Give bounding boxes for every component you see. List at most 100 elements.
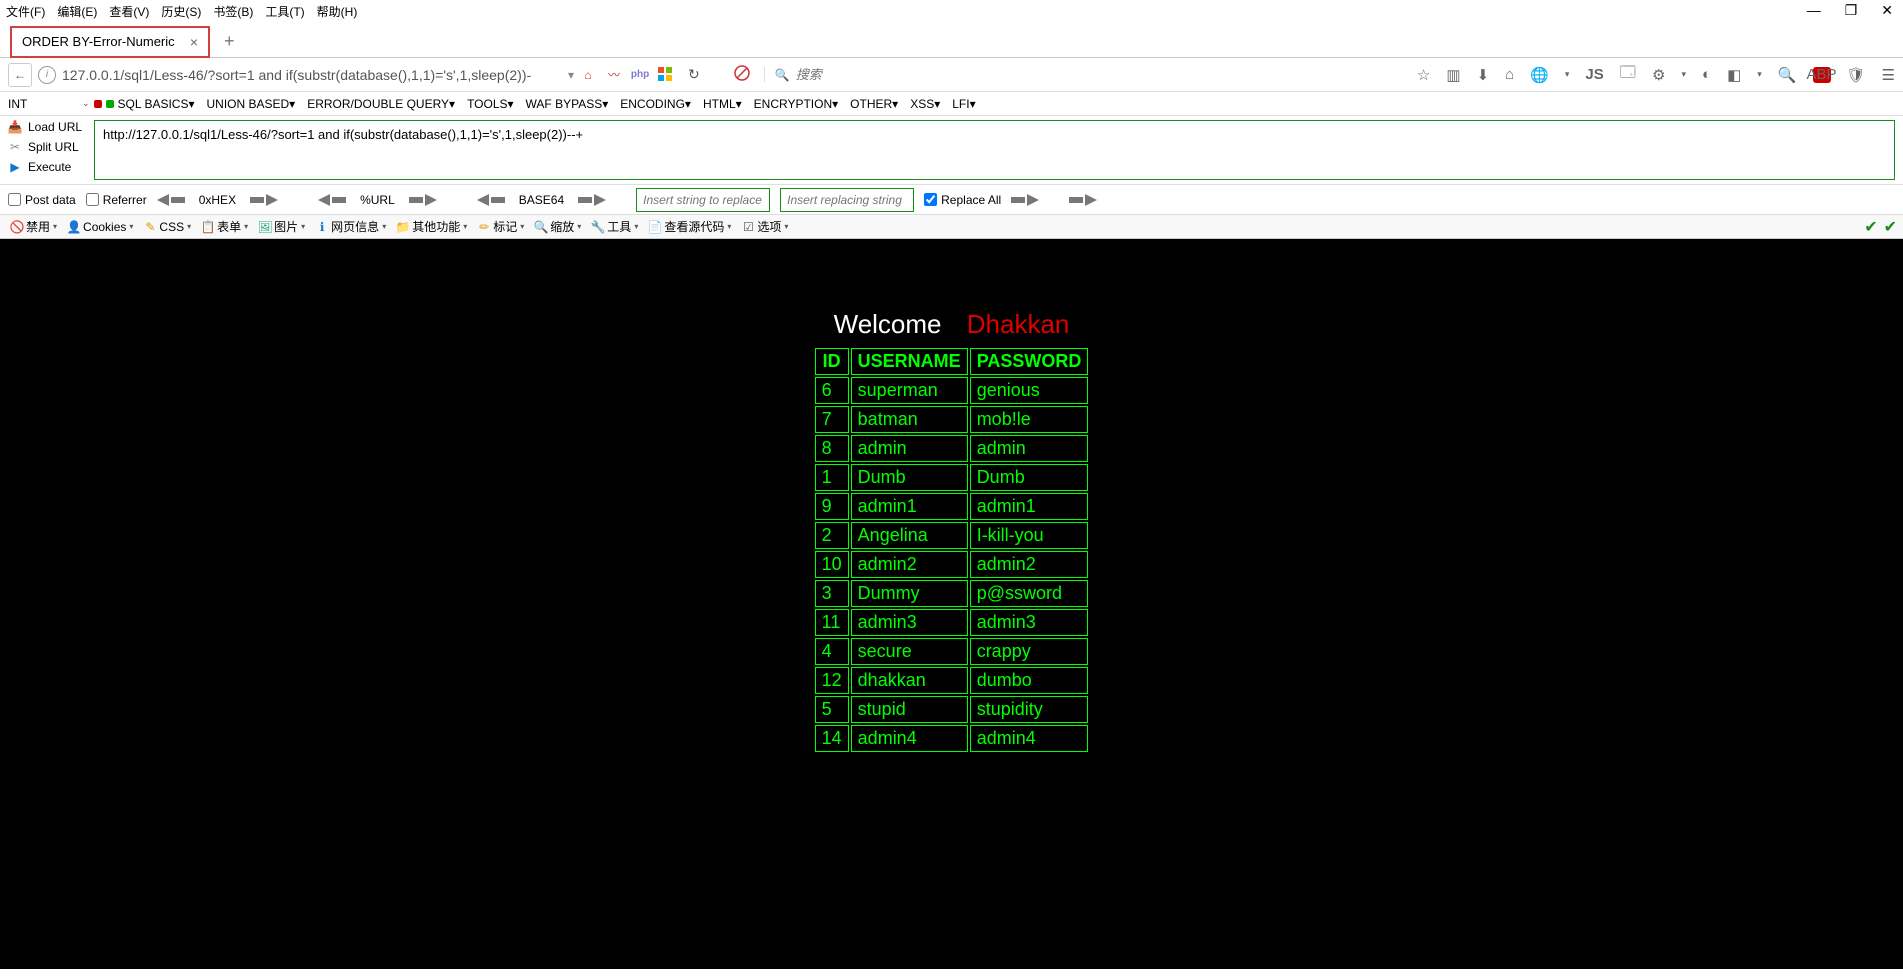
back-button[interactable]: ← [8,63,32,87]
php-icon[interactable]: php [632,67,648,83]
home-icon[interactable]: ⌂ [580,67,596,83]
dev-item-5[interactable]: ℹ网页信息 [311,218,390,235]
url-encode-button[interactable] [409,194,437,206]
sql-menu-item-7[interactable]: ENCRYPTION▾ [754,97,838,111]
magnify-icon[interactable]: 🔍 [1778,66,1797,84]
feather-icon[interactable]: 〰 [606,67,622,83]
dev-item-10[interactable]: 📄查看源代码 [644,218,735,235]
library-icon[interactable]: ▥ [1446,66,1460,84]
globe-icon[interactable]: 🌐 [1530,66,1549,84]
table-cell: admin4 [851,725,968,752]
sql-menu-item-3[interactable]: TOOLS▾ [467,97,513,111]
menu-icon[interactable]: ☰ [1882,66,1895,84]
sql-menu-item-5[interactable]: ENCODING▾ [620,97,691,111]
split-url-button[interactable]: ✂ Split URL [8,140,82,154]
window-icon[interactable]: 🗔 [1620,62,1636,87]
table-row: 10admin2admin2 [815,551,1089,578]
dev-item-1[interactable]: 👤Cookies [63,220,137,234]
sql-menu-item-1[interactable]: UNION BASED▾ [207,97,296,111]
dev-item-6[interactable]: 📁其他功能 [392,218,471,235]
replace-go-button[interactable] [1011,194,1039,206]
post-data-checkbox[interactable]: Post data [8,193,76,207]
ms-icon[interactable] [658,67,674,83]
sql-menu-item-2[interactable]: ERROR/DOUBLE QUERY▾ [307,97,455,111]
menu-help[interactable]: 帮助(H) [317,3,358,20]
url-dropdown-icon[interactable]: ▾ [568,68,574,82]
new-tab-button[interactable]: + [224,31,235,52]
tab-close-icon[interactable]: × [190,34,198,50]
table-cell: 3 [815,580,849,607]
table-cell: Dumb [851,464,968,491]
dev-item-3[interactable]: 📋表单 [197,218,252,235]
insert-find-input[interactable] [636,188,770,212]
execute-button[interactable]: ▶ Execute [8,160,82,174]
site-info-icon[interactable]: i [38,66,56,84]
download-icon[interactable]: ⬇ [1477,66,1490,84]
url-decode-button[interactable] [318,194,346,206]
dev-item-0[interactable]: 🚫禁用 [6,218,61,235]
noscript-icon[interactable] [734,65,750,84]
sidebar-icon[interactable]: ◧ [1727,66,1741,84]
menu-bookmarks[interactable]: 书签(B) [213,3,253,20]
load-icon: 📥 [8,120,22,134]
page-content: Welcome Dhakkan IDUSERNAMEPASSWORD 6supe… [0,239,1903,969]
check1-icon[interactable]: ✔ [1864,217,1877,237]
referrer-checkbox[interactable]: Referrer [86,193,147,207]
sql-menu-item-4[interactable]: WAF BYPASS▾ [526,97,609,111]
dev-item-7[interactable]: ✏标记 [473,218,528,235]
b64-decode-button[interactable] [477,194,505,206]
menu-tools[interactable]: 工具(T) [265,3,304,20]
dev-icon-3: 📋 [201,220,215,234]
sql-menu-item-9[interactable]: XSS▾ [910,97,940,111]
dev-item-9[interactable]: 🔧工具 [587,218,642,235]
dropdown-caret-icon[interactable]: ⌄ [82,98,90,109]
table-row: 11admin3admin3 [815,609,1089,636]
sql-menu-item-6[interactable]: HTML▾ [703,97,742,111]
sql-menu-item-10[interactable]: LFI▾ [952,97,975,111]
sql-menu-item-8[interactable]: OTHER▾ [850,97,898,111]
window-minimize-icon[interactable]: — [1807,2,1821,19]
star-icon[interactable]: ☆ [1417,66,1430,84]
table-cell: admin2 [851,551,968,578]
window-close-icon[interactable]: ✕ [1881,2,1893,19]
reload-button[interactable]: ↻ [688,66,700,83]
insert-replace-input[interactable] [780,188,914,212]
extra-arrow-button[interactable] [1069,194,1097,206]
hackbar-url-input[interactable] [94,120,1895,180]
dev-label-7: 标记 [493,218,517,235]
menu-edit[interactable]: 编辑(E) [57,3,97,20]
dev-item-11[interactable]: ☑选项 [737,218,792,235]
dev-item-2[interactable]: ✎CSS [139,220,195,234]
js-icon[interactable]: JS [1585,66,1603,83]
load-url-button[interactable]: 📥 Load URL [8,120,82,134]
sql-menu-item-0[interactable]: SQL BASICS▾ [118,97,195,111]
dev-icon-4: 🖼 [258,220,272,234]
url-input[interactable] [62,67,562,83]
dropdown2-icon[interactable]: ▾ [1682,69,1687,80]
dev-item-8[interactable]: 🔍缩放 [530,218,585,235]
shield-icon[interactable]: 🛡 [1847,66,1866,84]
menu-view[interactable]: 查看(V) [109,3,149,20]
b64-encode-button[interactable] [578,194,606,206]
hex-encode-button[interactable] [250,194,278,206]
menu-history[interactable]: 历史(S) [161,3,201,20]
table-cell: secure [851,638,968,665]
gear-icon[interactable]: ⚙ [1652,66,1665,84]
check2-icon[interactable]: ✔ [1884,217,1897,237]
dropdown-icon[interactable]: ▾ [1565,69,1570,80]
pocket-icon[interactable]: ◐ [1702,66,1711,83]
hex-decode-button[interactable] [157,194,185,206]
menu-file[interactable]: 文件(F) [6,3,45,20]
adblock-icon[interactable]: ABP [1813,67,1831,83]
search-input[interactable] [796,67,996,82]
window-maximize-icon[interactable]: ❐ [1845,2,1858,19]
dev-icon-10: 📄 [648,220,662,234]
home-nav-icon[interactable]: ⌂ [1505,66,1514,83]
int-dropdown[interactable] [8,97,78,111]
browser-tab[interactable]: ORDER BY-Error-Numeric × [10,26,210,58]
dev-label-6: 其他功能 [412,218,460,235]
dropdown3-icon[interactable]: ▾ [1757,69,1762,80]
replace-all-checkbox[interactable]: Replace All [924,193,1001,207]
dev-item-4[interactable]: 🖼图片 [254,218,309,235]
menu-bar: 文件(F) 编辑(E) 查看(V) 历史(S) 书签(B) 工具(T) 帮助(H… [0,0,1903,22]
